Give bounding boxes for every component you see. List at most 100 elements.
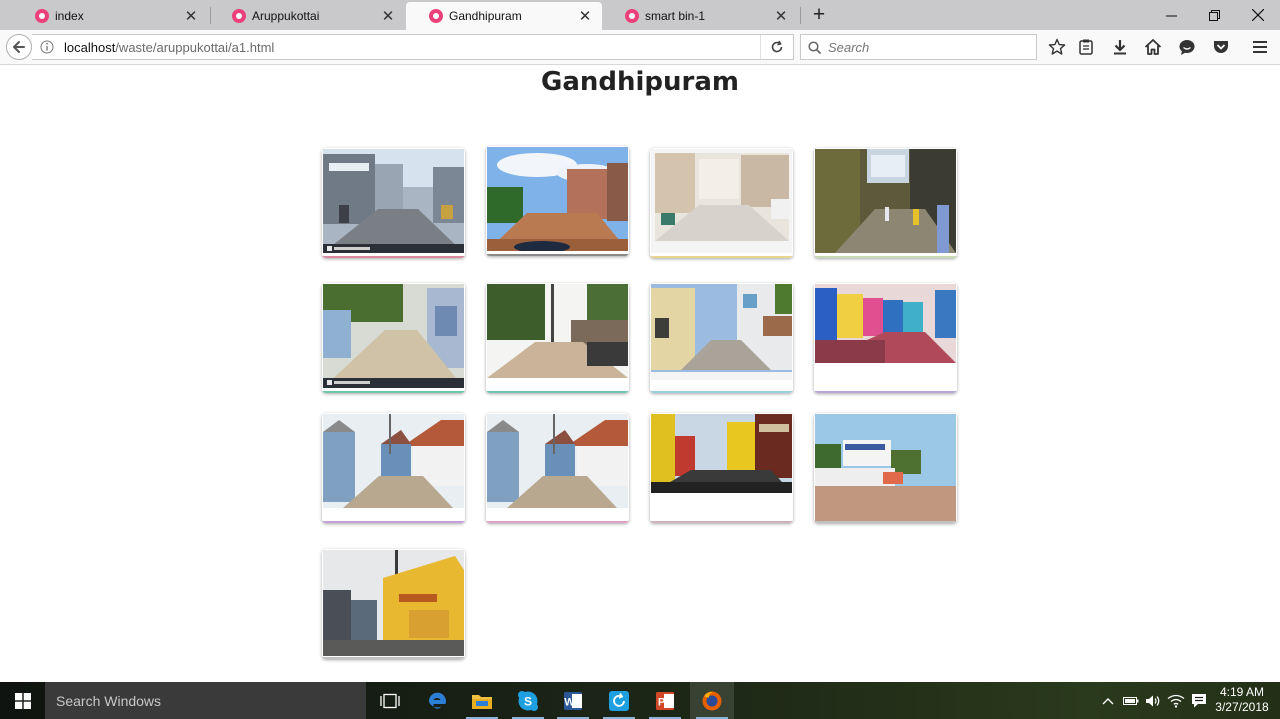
- network-button[interactable]: [1166, 682, 1186, 719]
- site-favicon-icon: [35, 9, 49, 23]
- card-accent-bar: [814, 521, 957, 523]
- folder-icon: [472, 694, 492, 709]
- skype-icon: S: [518, 690, 538, 711]
- battery-button[interactable]: [1122, 682, 1140, 719]
- gallery-card[interactable]: [322, 413, 465, 523]
- svg-text:S: S: [524, 694, 532, 708]
- firefox-icon: [702, 691, 722, 710]
- street-photo: [651, 284, 792, 380]
- speaker-icon: [1146, 695, 1160, 706]
- close-tab-icon[interactable]: ✕: [578, 8, 592, 25]
- gallery-card[interactable]: [650, 283, 793, 393]
- chat-button[interactable]: [1178, 38, 1196, 56]
- bookmark-star-button[interactable]: [1048, 38, 1066, 56]
- word-taskbar-button[interactable]: W: [551, 682, 595, 719]
- powerpoint-taskbar-button[interactable]: P: [643, 682, 687, 719]
- url-host: localhost: [64, 39, 116, 55]
- windows-search-box[interactable]: Search Windows: [45, 682, 366, 719]
- card-accent-bar: [486, 391, 629, 393]
- edge-taskbar-button[interactable]: [415, 682, 459, 719]
- card-accent-bar: [322, 521, 465, 523]
- close-tab-icon[interactable]: ✕: [184, 8, 198, 25]
- tab-index[interactable]: index ✕: [12, 2, 208, 30]
- action-center-button[interactable]: [1190, 682, 1208, 719]
- reload-icon: [771, 40, 783, 53]
- minimize-icon: [1166, 15, 1177, 16]
- refresh-app-icon: [609, 690, 629, 711]
- card-accent-bar: [650, 256, 793, 258]
- close-icon: [1251, 9, 1264, 21]
- restore-button[interactable]: [1193, 0, 1236, 30]
- page-content: Gandhipuram: [0, 65, 1280, 682]
- gallery-card[interactable]: [486, 283, 629, 393]
- clipboard-icon: [1079, 39, 1093, 55]
- search-bar[interactable]: [800, 34, 1037, 60]
- card-accent-bar: [814, 256, 957, 258]
- gallery-card[interactable]: [814, 413, 957, 523]
- close-tab-icon[interactable]: ✕: [774, 8, 788, 25]
- chevron-up-icon: [1102, 697, 1114, 704]
- clock-time: 4:19 AM: [1219, 685, 1265, 699]
- photos-taskbar-button[interactable]: [597, 682, 641, 719]
- close-tab-icon[interactable]: ✕: [381, 8, 395, 25]
- wifi-icon: [1167, 694, 1185, 708]
- card-accent-bar: [650, 391, 793, 393]
- firefox-taskbar-button[interactable]: [690, 682, 734, 719]
- skype-taskbar-button[interactable]: S: [506, 682, 550, 719]
- tab-aruppukottai[interactable]: Aruppukottai ✕: [209, 2, 405, 30]
- gallery-card[interactable]: [814, 148, 957, 258]
- search-icon: [808, 40, 821, 54]
- menu-button[interactable]: [1251, 38, 1269, 56]
- system-clock[interactable]: 4:19 AM 3/27/2018: [1210, 685, 1274, 715]
- tab-separator: [800, 7, 801, 24]
- edge-icon: [428, 692, 446, 709]
- minimize-button[interactable]: [1150, 0, 1193, 30]
- card-accent-bar: [322, 256, 465, 258]
- gallery-card[interactable]: [486, 146, 629, 256]
- tab-title: smart bin-1: [645, 9, 706, 23]
- home-button[interactable]: [1144, 38, 1162, 56]
- street-photo: [651, 149, 792, 253]
- gallery-card[interactable]: [322, 148, 465, 258]
- street-photo: [323, 149, 464, 253]
- star-icon: [1048, 38, 1066, 55]
- powerpoint-icon: P: [656, 691, 674, 710]
- site-favicon-icon: [232, 9, 246, 23]
- reload-button[interactable]: [760, 35, 793, 59]
- street-photo: [487, 284, 628, 378]
- street-photo: [487, 147, 628, 251]
- card-accent-bar: [814, 391, 957, 393]
- task-view-button[interactable]: [368, 682, 412, 719]
- site-favicon-icon: [625, 9, 639, 23]
- tab-title: Aruppukottai: [252, 9, 320, 23]
- pocket-button[interactable]: [1212, 38, 1230, 56]
- gallery-card[interactable]: [322, 283, 465, 393]
- show-hidden-icons-button[interactable]: [1100, 682, 1116, 719]
- file-explorer-taskbar-button[interactable]: [460, 682, 504, 719]
- downloads-button[interactable]: [1111, 38, 1129, 56]
- tab-title: index: [55, 9, 84, 23]
- address-bar[interactable]: localhost/waste/aruppukottai/a1.html: [32, 34, 794, 60]
- search-input[interactable]: [826, 38, 1030, 56]
- gallery-card[interactable]: [322, 549, 465, 659]
- tab-strip: index ✕ Aruppukottai ✕ Gandhipuram ✕ sma…: [0, 0, 1280, 30]
- gallery-card[interactable]: [486, 413, 629, 523]
- start-button[interactable]: [0, 682, 45, 719]
- tab-gandhipuram[interactable]: Gandhipuram ✕: [406, 2, 602, 30]
- tab-smart-bin-1[interactable]: smart bin-1 ✕: [602, 2, 798, 30]
- street-photo: [323, 550, 464, 656]
- close-window-button[interactable]: [1236, 0, 1279, 30]
- info-icon[interactable]: [40, 40, 54, 54]
- volume-button[interactable]: [1144, 682, 1162, 719]
- new-tab-button[interactable]: +: [808, 3, 830, 27]
- card-accent-bar: [650, 521, 793, 523]
- windows-logo-icon: [14, 692, 31, 709]
- reading-list-button[interactable]: [1077, 38, 1095, 56]
- back-button[interactable]: [6, 34, 32, 60]
- url-text[interactable]: localhost/waste/aruppukottai/a1.html: [64, 40, 274, 55]
- windows-taskbar: Search Windows S W P 4:19 AM 3/27/2018: [0, 682, 1280, 719]
- gallery-card[interactable]: [814, 283, 957, 393]
- gallery-card[interactable]: [650, 148, 793, 258]
- word-icon: W: [564, 691, 582, 710]
- gallery-card[interactable]: [650, 413, 793, 523]
